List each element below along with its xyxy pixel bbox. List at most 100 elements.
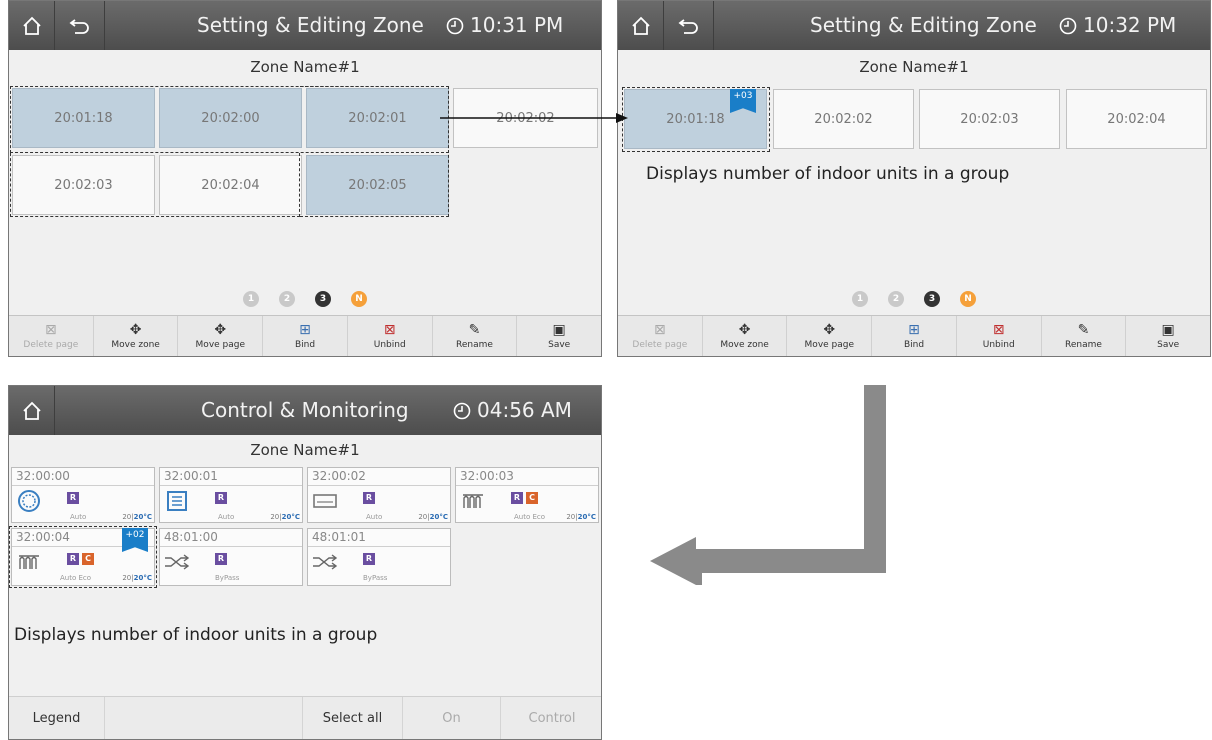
unit-tile[interactable]: 48:01:01 R ByPass <box>307 528 451 586</box>
delete-icon: ⊠ <box>44 321 57 338</box>
unit-temp: 20|20°C <box>418 513 448 521</box>
rename-button[interactable]: ✎ Rename <box>1042 316 1127 356</box>
selection-outline <box>622 87 770 152</box>
zone-name: Zone Name#1 <box>859 58 969 76</box>
home-button[interactable] <box>9 386 55 435</box>
clock: 04:56 AM <box>453 386 572 435</box>
unit-temp: 20|20°C <box>566 513 596 521</box>
zone-tile[interactable]: 20:02:02 <box>773 89 914 149</box>
clock-icon <box>1059 17 1077 34</box>
unbind-icon: ⊠ <box>383 321 396 338</box>
home-button[interactable] <box>9 1 55 50</box>
clock-icon <box>446 17 464 34</box>
page-dot[interactable]: 1 <box>243 291 259 307</box>
bind-label: Bind <box>903 339 925 350</box>
unit-tile[interactable]: 48:01:00 R ByPass <box>159 528 303 586</box>
bind-button[interactable]: ⊞ Bind <box>872 316 957 356</box>
unit-temp: 20|20°C <box>122 513 152 521</box>
on-button[interactable]: On <box>403 697 501 739</box>
screen-setting-zone-2: Setting & Editing Zone 10:32 PM Zone Nam… <box>617 0 1211 357</box>
back-button[interactable] <box>55 1 105 50</box>
move-page-label: Move page <box>195 339 246 350</box>
unit-tile[interactable]: 32:00:03 R C Auto Eco 20|20°C <box>455 467 599 523</box>
group-count-note: Displays number of indoor units in a gro… <box>646 164 1010 184</box>
delete-icon: ⊠ <box>653 321 666 338</box>
clock-time: 04:56 AM <box>477 398 572 422</box>
page-dot[interactable]: 2 <box>888 291 904 307</box>
header: Setting & Editing Zone 10:32 PM <box>618 1 1210 50</box>
bind-icon: ⊞ <box>908 321 920 338</box>
move-icon: ✥ <box>214 321 227 338</box>
unit-code: 48:01:00 <box>164 530 218 544</box>
move-zone-label: Move zone <box>720 339 769 350</box>
clock: 10:32 PM <box>1059 1 1176 50</box>
unit-mode: Auto <box>70 513 87 521</box>
control-button[interactable]: Control <box>501 697 601 739</box>
remote-tag: R <box>67 492 79 504</box>
move-zone-button[interactable]: ✥ Move zone <box>703 316 788 356</box>
current-temp: 20°C <box>429 513 448 521</box>
unbind-label: Unbind <box>373 339 406 350</box>
clock-time: 10:31 PM <box>470 13 564 37</box>
zone-tile[interactable]: 20:02:03 <box>919 89 1060 149</box>
save-icon: ▣ <box>1161 321 1175 338</box>
save-icon: ▣ <box>552 321 566 338</box>
home-button[interactable] <box>618 1 664 50</box>
clock: 10:31 PM <box>446 1 563 50</box>
delete-page-button[interactable]: ⊠ Delete page <box>618 316 703 356</box>
bind-button[interactable]: ⊞ Bind <box>263 316 348 356</box>
home-icon <box>631 16 650 35</box>
selection-outline <box>300 86 449 217</box>
rename-button[interactable]: ✎ Rename <box>433 316 518 356</box>
rename-label: Rename <box>1064 339 1102 350</box>
unbind-icon: ⊠ <box>992 321 1005 338</box>
save-label: Save <box>1157 339 1180 350</box>
zone-tile[interactable]: 20:02:04 <box>1066 89 1207 149</box>
control-bar: Legend Select all On Control <box>9 696 601 739</box>
move-icon: ✥ <box>129 321 142 338</box>
move-page-button[interactable]: ✥ Move page <box>787 316 873 356</box>
unit-mode: Auto <box>218 513 235 521</box>
unit-tile[interactable]: 32:00:00 R Auto 20|20°C <box>11 467 155 523</box>
toolbar: ⊠ Delete page ✥ Move zone ✥ Move page ⊞ Bind… <box>9 315 601 356</box>
cassette-icon <box>164 489 190 513</box>
unit-mode: ByPass <box>363 574 388 582</box>
home-icon <box>22 401 41 420</box>
page-dot[interactable]: 2 <box>279 291 295 307</box>
remote-tag: R <box>215 553 227 565</box>
delete-page-button[interactable]: ⊠ Delete page <box>9 316 94 356</box>
page-indicator: 1 2 3 N <box>618 291 1210 307</box>
page-dot[interactable]: 1 <box>852 291 868 307</box>
unit-tile[interactable]: 32:00:01 R Auto 20|20°C <box>159 467 303 523</box>
select-all-button[interactable]: Select all <box>303 697 403 739</box>
page-dot[interactable]: 3 <box>315 291 331 307</box>
unbind-label: Unbind <box>982 339 1015 350</box>
unbind-button[interactable]: ⊠ Unbind <box>957 316 1042 356</box>
current-temp: 20°C <box>577 513 596 521</box>
back-button[interactable] <box>664 1 714 50</box>
unit-temp: 20|20°C <box>270 513 300 521</box>
page-dot[interactable]: 3 <box>924 291 940 307</box>
page-dot[interactable]: N <box>960 291 976 307</box>
delete-page-label: Delete page <box>23 339 79 350</box>
save-button[interactable]: ▣ Save <box>517 316 601 356</box>
selection-outline <box>10 153 300 217</box>
move-page-button[interactable]: ✥ Move page <box>178 316 264 356</box>
page-dot[interactable]: N <box>351 291 367 307</box>
page-title: Setting & Editing Zone <box>810 13 1037 37</box>
transition-arrow <box>440 113 628 123</box>
flow-arrow <box>650 385 886 585</box>
save-button[interactable]: ▣ Save <box>1126 316 1210 356</box>
remote-tag: R <box>363 553 375 565</box>
unbind-button[interactable]: ⊠ Unbind <box>348 316 433 356</box>
control-bar-spacer <box>105 697 303 739</box>
set-temp: 20 <box>418 513 428 521</box>
screen-setting-zone-1: Setting & Editing Zone 10:31 PM Zone Nam… <box>8 0 602 357</box>
move-zone-button[interactable]: ✥ Move zone <box>94 316 179 356</box>
move-page-label: Move page <box>804 339 855 350</box>
selection-outline <box>9 526 157 588</box>
unit-tile[interactable]: 32:00:02 R Auto 20|20°C <box>307 467 451 523</box>
move-icon: ✥ <box>823 321 836 338</box>
legend-button[interactable]: Legend <box>9 697 105 739</box>
page-title: Setting & Editing Zone <box>197 13 424 37</box>
